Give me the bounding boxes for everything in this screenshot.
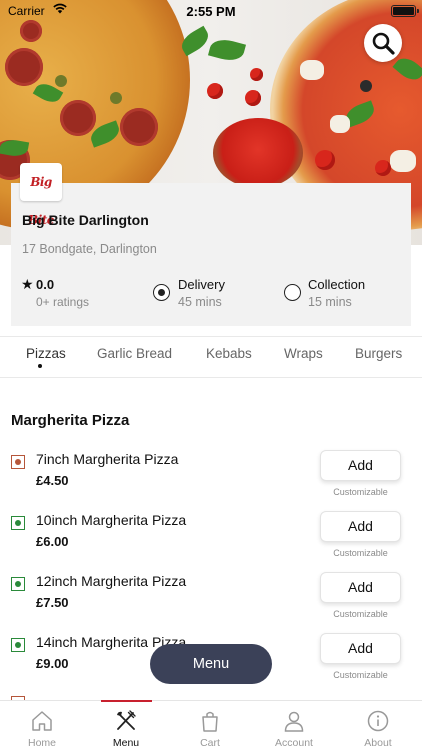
bag-icon [202,711,218,732]
home-icon [32,711,52,731]
nav-cart-label: Cart [200,737,220,749]
search-button[interactable] [364,24,402,62]
nav-home[interactable]: Home [0,701,84,750]
customizable-label: Customizable [333,670,388,680]
item-price: £7.50 [36,595,69,610]
menu-button[interactable]: Menu [150,644,272,684]
nav-account-label: Account [275,737,313,749]
sauce-bowl [213,118,303,188]
customizable-label: Customizable [333,548,388,558]
star-icon: ★ [21,276,34,292]
delivery-label[interactable]: Delivery [178,277,225,292]
add-button[interactable]: Add [320,511,401,542]
add-button[interactable]: Add [320,450,401,481]
nav-cart[interactable]: Cart [168,701,252,750]
collection-time: 15 mins [308,295,352,309]
add-button[interactable]: Add [320,572,401,603]
status-time: 2:55 PM [186,4,236,19]
fork-knife-icon [117,710,136,730]
menu-item: 12inch Margherita Pizza £7.50 Add Custom… [0,572,422,637]
item-price: £6.00 [36,534,69,549]
item-name: 7inch Margherita Pizza [36,451,179,467]
collection-label[interactable]: Collection [308,277,365,292]
nav-about[interactable]: About [336,701,420,750]
info-icon [367,710,389,732]
nav-account[interactable]: Account [252,701,336,750]
food-type-icon [11,516,25,530]
rating-count: 0+ ratings [36,295,90,309]
tab-wraps[interactable]: Wraps [284,346,323,361]
tab-garlic-bread[interactable]: Garlic Bread [97,346,172,361]
status-bar: Carrier 2:55 PM [0,0,422,22]
menu-item: 7inch Margherita Pizza £4.50 Add Customi… [0,450,422,515]
battery-icon [391,5,419,17]
person-icon [284,711,304,732]
menu-item: 10inch Margherita Pizza £6.00 Add Custom… [0,511,422,576]
category-tabs: Pizzas Garlic Bread Kebabs Wraps Burgers [0,336,422,378]
food-type-icon [11,577,25,591]
tab-kebabs[interactable]: Kebabs [206,346,252,361]
item-price: £4.50 [36,473,69,488]
nav-about-label: About [364,737,392,749]
search-icon [372,32,395,55]
tab-burgers[interactable]: Burgers [355,346,402,361]
delivery-radio[interactable] [153,284,170,301]
food-type-icon [11,455,25,469]
add-button[interactable]: Add [320,633,401,664]
collection-radio[interactable] [284,284,301,301]
restaurant-logo: Big Bite [20,163,62,227]
customizable-label: Customizable [333,609,388,619]
nav-menu-label: Menu [112,737,140,749]
rating-value: 0.0 [36,277,55,292]
food-type-icon [11,638,25,652]
restaurant-name: Big Bite Darlington [22,212,149,228]
item-name: 12inch Margherita Pizza [36,573,187,589]
customizable-label: Customizable [333,487,388,497]
nav-home-label: Home [27,737,56,749]
restaurant-address: 17 Bondgate, Darlington [22,242,157,256]
tab-pizzas[interactable]: Pizzas [26,346,66,361]
item-name: 10inch Margherita Pizza [36,512,187,528]
section-title: Margherita Pizza [11,412,130,429]
active-tab-indicator [38,364,42,368]
delivery-time: 45 mins [178,295,222,309]
item-price: £9.00 [36,656,69,671]
bottom-navigation: Home Menu Cart Account About [0,700,422,750]
nav-menu[interactable]: Menu [84,700,168,750]
